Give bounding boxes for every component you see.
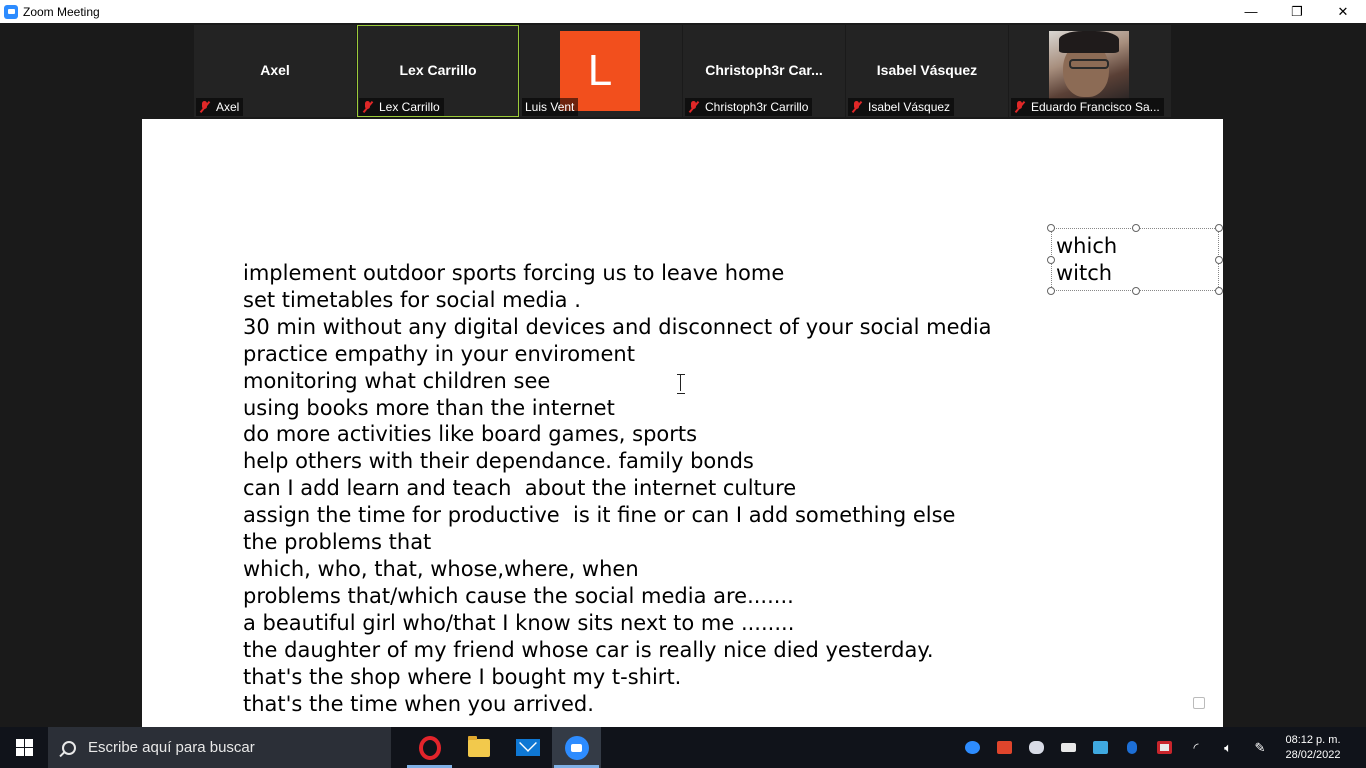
clock-time: 08:12 p. m. — [1285, 733, 1341, 746]
document-line: that's the time when you arrived. — [243, 691, 594, 716]
document-line: monitoring what children see — [243, 368, 551, 393]
opera-icon — [418, 735, 441, 760]
network-app-icon[interactable] — [1084, 727, 1116, 768]
document-line: practice empathy in your enviroment — [243, 341, 635, 366]
calendar-icon[interactable] — [988, 727, 1020, 768]
participant-name: Axel — [260, 62, 290, 78]
resize-handle[interactable] — [1047, 256, 1055, 264]
resize-handle[interactable] — [1215, 256, 1223, 264]
participant-label-text: Axel — [216, 100, 240, 114]
resize-handle[interactable] — [1132, 224, 1140, 232]
taskbar-app-opera[interactable] — [405, 727, 454, 768]
clock-date: 28/02/2022 — [1285, 748, 1341, 761]
participant-tile-luis-vent[interactable]: L Luis Vent — [520, 25, 682, 117]
resize-handle[interactable] — [1215, 287, 1223, 295]
participant-label-text: Lex Carrillo — [379, 100, 440, 114]
shared-screen[interactable]: implement outdoor sports forcing us to l… — [142, 119, 1223, 727]
meeting-area: Axel Axel Lex Carrillo Lex Carrillo L Lu… — [0, 23, 1366, 727]
participant-name: Christoph3r Car... — [705, 62, 823, 78]
battery-icon[interactable] — [1052, 727, 1084, 768]
document-line: using books more than the internet — [243, 395, 615, 420]
document-line: a beautiful girl who/that I know sits ne… — [243, 610, 795, 635]
title-bar: Zoom Meeting — ❐ ✕ — [0, 0, 1366, 23]
document-line: 30 min without any digital devices and d… — [243, 314, 992, 339]
mail-icon — [515, 739, 540, 756]
zoom-icon — [564, 735, 589, 760]
taskbar-app-file-explorer[interactable] — [454, 727, 503, 768]
participant-label-text: Christoph3r Carrillo — [705, 100, 809, 114]
participant-video — [1049, 31, 1129, 99]
window-controls: — ❐ ✕ — [1228, 0, 1366, 23]
text-cursor-icon — [677, 374, 685, 394]
mic-muted-icon — [199, 101, 211, 113]
resize-handle[interactable] — [1215, 224, 1223, 232]
annotation-icon[interactable] — [1193, 697, 1205, 709]
window-title: Zoom Meeting — [23, 4, 100, 19]
text-box-line: witch — [1056, 261, 1113, 285]
taskbar: Escribe aquí para buscar ◜ 🔈︎ ✎ 08:12 p.… — [0, 727, 1366, 768]
participant-name: Isabel Vásquez — [876, 62, 978, 78]
document-line: set timetables for social media . — [243, 287, 581, 312]
document-line: which, who, that, whose,where, when — [243, 556, 639, 581]
windows-icon — [15, 739, 33, 756]
taskbar-app-zoom[interactable] — [552, 727, 601, 768]
resize-handle[interactable] — [1132, 287, 1140, 295]
participant-label-text: Eduardo Francisco Sa... — [1031, 100, 1160, 114]
pen-icon[interactable]: ✎ — [1244, 727, 1276, 768]
participant-name: Lex Carrillo — [399, 62, 477, 78]
start-button[interactable] — [0, 727, 48, 768]
mic-muted-icon — [851, 101, 863, 113]
file-explorer-icon — [467, 735, 490, 757]
wifi-icon[interactable]: ◜ — [1180, 727, 1212, 768]
mic-muted-icon — [688, 101, 700, 113]
close-button[interactable]: ✕ — [1320, 0, 1366, 23]
document-line: that's the shop where I bought my t-shir… — [243, 664, 682, 689]
document-line: problems that/which cause the social med… — [243, 583, 794, 608]
shared-document-text: implement outdoor sports forcing us to l… — [243, 260, 992, 717]
participant-label: Christoph3r Carrillo — [685, 98, 813, 116]
participant-tile-isabel-vasquez[interactable]: Isabel Vásquez Isabel Vásquez — [846, 25, 1008, 117]
participant-label-text: Isabel Vásquez — [868, 100, 951, 114]
zoom-app-icon — [4, 4, 18, 19]
participant-tile-christoph3r-carrillo[interactable]: Christoph3r Car... Christoph3r Carrillo — [683, 25, 845, 117]
participant-label-text: Luis Vent — [525, 100, 575, 114]
resize-handle[interactable] — [1047, 224, 1055, 232]
clock[interactable]: 08:12 p. m. 28/02/2022 — [1276, 727, 1350, 768]
bluetooth-icon[interactable] — [1116, 727, 1148, 768]
minimize-button[interactable]: — — [1228, 0, 1274, 23]
document-line: the daughter of my friend whose car is r… — [243, 637, 934, 662]
mic-muted-icon — [362, 101, 374, 113]
search-icon — [62, 740, 76, 755]
document-line: can I add learn and teach about the inte… — [243, 476, 797, 501]
text-box[interactable]: which witch — [1047, 224, 1223, 295]
resize-handle[interactable] — [1047, 287, 1055, 295]
text-box-line: which — [1056, 234, 1118, 258]
mic-muted-icon — [1014, 101, 1026, 113]
participant-label: Axel — [196, 98, 244, 116]
document-line: help others with their dependance. famil… — [243, 449, 754, 474]
participant-label: Isabel Vásquez — [848, 98, 955, 116]
document-line: do more activities like board games, spo… — [243, 422, 698, 447]
search-placeholder: Escribe aquí para buscar — [88, 739, 255, 756]
taskbar-app-mail[interactable] — [503, 727, 552, 768]
participant-label: Eduardo Francisco Sa... — [1011, 98, 1164, 116]
participant-label: Lex Carrillo — [359, 98, 444, 116]
document-line: implement outdoor sports forcing us to l… — [243, 261, 785, 285]
show-desktop-button[interactable] — [1350, 727, 1366, 768]
volume-icon[interactable]: 🔈︎ — [1212, 727, 1244, 768]
participant-label: Luis Vent — [522, 98, 579, 116]
restore-button[interactable]: ❐ — [1274, 0, 1320, 23]
participant-tile-lex-carrillo[interactable]: Lex Carrillo Lex Carrillo — [357, 25, 519, 117]
participant-tile-axel[interactable]: Axel Axel — [194, 25, 356, 117]
taskbar-search[interactable]: Escribe aquí para buscar — [48, 727, 391, 768]
zoom-tray-icon[interactable] — [956, 727, 988, 768]
participant-tile-eduardo[interactable]: Eduardo Francisco Sa... — [1009, 25, 1171, 117]
discord-icon[interactable] — [1020, 727, 1052, 768]
system-tray: ◜ 🔈︎ ✎ 08:12 p. m. 28/02/2022 — [956, 727, 1366, 768]
document-line: assign the time for productive is it fin… — [243, 503, 956, 528]
document-line: the problems that — [243, 530, 432, 555]
security-icon[interactable] — [1148, 727, 1180, 768]
